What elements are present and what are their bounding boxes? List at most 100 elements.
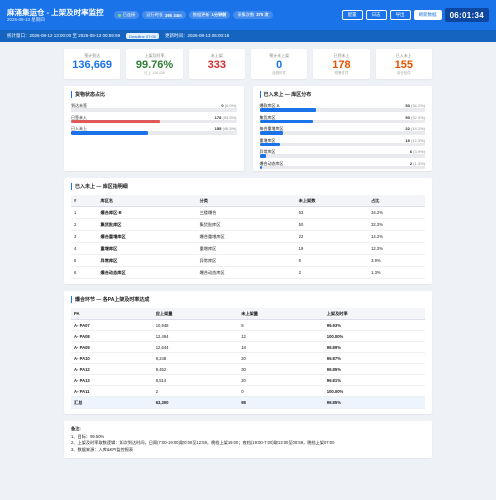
zone-table: # 库区名 分类 未上架数 占比 1 爆合库区-B 三楼爆合 53 34.2% 2 集货批库区 集货批…: [71, 195, 425, 279]
bar-row: 重增库区 19 (12.3%): [259, 138, 426, 146]
table-cell: 99.81%: [323, 374, 425, 386]
table-cell: 汇总: [71, 396, 153, 409]
kpi-card: 预计未上架 0 含超时件: [250, 49, 308, 79]
bar-fill: [71, 131, 148, 135]
table-cell: 99.85%: [323, 396, 425, 409]
bar-fill: [259, 142, 280, 146]
card-title: 货物状态占比: [71, 91, 237, 98]
pa-table: PA 应上架量 未上架量 上架及时率 A- PA07 10,948 8 99.93% A- P…: [71, 308, 425, 409]
table-cell: 爆合动态库区: [196, 266, 296, 279]
table-row: A- PA09 12,644 18 99.89%: [71, 341, 425, 353]
bar-value: 2 (1.3%): [410, 161, 425, 166]
table-row: 3 爆合重增库区 爆合重增库区 22 14.2%: [71, 230, 425, 243]
notes-card: 备注: 1、目标：99.50% 2、上架及时率取数逻辑：如次到达时间，日周(7:…: [64, 421, 432, 458]
bar-count: 178: [214, 114, 222, 120]
table-header: 应上架量: [152, 308, 239, 320]
table-cell: 3: [71, 230, 98, 243]
uptime-pill: 运行时长 39h 34m: [142, 11, 186, 19]
pa-table-card: 爆合环节 — 各PA上架及时率达成 PA 应上架量 未上架量 上架及时率 A- PA0…: [64, 291, 432, 414]
clock: 06:01:34: [444, 8, 489, 22]
table-cell: 2: [71, 218, 98, 231]
table-cell: 100.00%: [323, 330, 425, 342]
table-cell: 50: [295, 218, 369, 231]
table-cell: 30: [238, 363, 324, 375]
bar-value: 0 (0.0%): [221, 103, 236, 108]
bar-row: 爆合动态库区 2 (1.3%): [259, 161, 425, 169]
table-cell: A- PA09: [71, 341, 153, 353]
bar-label: 异常库区: [259, 149, 276, 154]
bar-value: 19 (12.3%): [405, 138, 425, 143]
bar-label: 每合重增库区: [259, 126, 284, 131]
bar-value: 6 (3.9%): [410, 149, 425, 154]
refresh-button[interactable]: 刷新数据: [413, 10, 442, 20]
top-bar: 麻涌集运仓 - 上架及时率监控 2026-08-13 星期四 已连接 运行时长 3…: [0, 0, 496, 30]
table-cell: A- PA13: [71, 374, 153, 386]
bar-track: [71, 119, 237, 123]
table-cell: 集货批库区: [196, 218, 296, 231]
bar-row: 已签未入 178 (53.5%): [71, 115, 237, 123]
table-header: 占比: [368, 195, 425, 207]
table-cell: 10,948: [152, 319, 239, 331]
bar-fill: [259, 154, 266, 158]
table-row: 6 爆合动态库区 爆合动态库区 2 1.3%: [71, 266, 425, 279]
bar-pct: (46.5%): [222, 126, 237, 131]
notes-title: 备注:: [71, 426, 81, 431]
table-cell: 2: [295, 266, 369, 279]
table-cell: 1.3%: [368, 266, 425, 279]
table-cell: 9,248: [152, 352, 239, 364]
table-cell: 12.3%: [368, 242, 425, 255]
bar-count: 53: [405, 103, 410, 108]
table-row: A- PA10 9,248 20 99.87%: [71, 352, 425, 364]
app-subtitle: 2026-08-13 星期四: [7, 16, 45, 22]
table-cell: 18: [238, 341, 324, 353]
bar-fill: [259, 131, 283, 135]
table-cell: 0: [238, 385, 324, 397]
table-cell: A- PA08: [71, 330, 153, 342]
bar-label: 已签未入: [71, 114, 87, 120]
update-pill: 数据更新 1分钟前: [188, 11, 231, 19]
bar-head: 集货库区 50 (32.3%): [260, 115, 426, 120]
period-text: 统计窗口：2026-08-12 13:00:00 至 2026-08-13 00…: [7, 33, 121, 38]
bar-label: 到达未签: [71, 103, 87, 108]
export-button[interactable]: 导出: [389, 10, 411, 20]
table-cell: A- PA07: [71, 319, 153, 331]
log-button[interactable]: 日志: [365, 10, 387, 20]
bar-track: [259, 142, 425, 146]
table-cell: 8: [238, 319, 324, 331]
table-header: PA: [71, 308, 153, 320]
bar-row: 已入未上 155 (46.5%): [71, 126, 237, 135]
bar-track: [259, 131, 425, 135]
bar-pct: (3.9%): [413, 149, 425, 154]
config-button[interactable]: 配置: [341, 10, 363, 20]
table-row: A- PA11 2 0 100.00%: [71, 385, 425, 397]
bar-track: [71, 131, 237, 135]
bar-track: [259, 119, 425, 123]
bar-value: 50 (32.3%): [405, 115, 425, 120]
table-cell: 14.2%: [368, 230, 425, 243]
table-row: A- PA12 9,452 30 99.85%: [71, 363, 425, 375]
table-cell: 32.3%: [368, 218, 425, 231]
table-cell: 20: [238, 352, 324, 364]
table-cell: 重增库区: [97, 242, 197, 255]
kpi-card: 已到未上 178 预警件件: [313, 49, 370, 79]
bar-track: [71, 108, 237, 112]
bar-value: 155 (46.5%): [215, 126, 237, 131]
bar-track: [259, 108, 425, 112]
table-cell: A- PA12: [71, 363, 153, 375]
bar-pct: (53.5%): [222, 114, 237, 120]
bar-head: 已签未入 178 (53.5%): [71, 115, 237, 120]
table-row: 1 爆合库区-B 三楼爆合 53 34.2%: [71, 206, 425, 219]
bar-row: 每合重增库区 22 (14.2%): [259, 126, 425, 135]
update-time: 更新时间：2026-08-13 06:00:18: [165, 33, 230, 38]
bar-count: 155: [214, 126, 222, 131]
status-dot-icon: [117, 13, 121, 17]
bar-head: 重增库区 19 (12.3%): [260, 138, 426, 143]
kpi-card: 未上架 333: [188, 49, 245, 79]
table-cell: 爆合重增库区: [97, 230, 197, 243]
app-title: 麻涌集运仓 - 上架及时率监控: [7, 7, 104, 17]
bar-label: 重增库区: [259, 137, 276, 143]
bar-label: 集货库区: [259, 114, 276, 120]
card-title: 已入未上 — 库区指明细: [71, 183, 425, 190]
table-cell: 爆合重增库区: [196, 230, 296, 243]
table-cell: 53: [295, 206, 369, 219]
